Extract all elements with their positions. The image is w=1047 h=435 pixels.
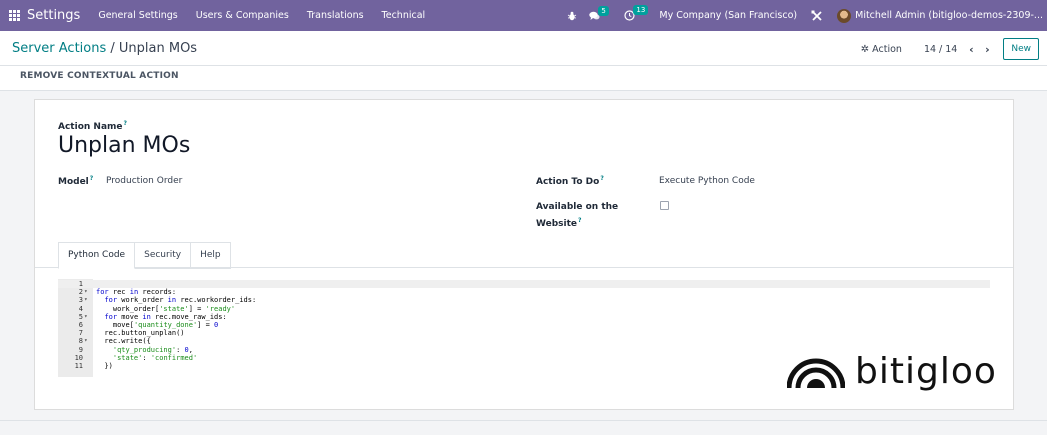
divider <box>0 65 1047 66</box>
menu-users-companies[interactable]: Users & Companies <box>196 10 289 21</box>
app-name[interactable]: Settings <box>27 8 80 23</box>
available-on-website-label: Available on the Website? <box>536 202 619 229</box>
fold-toggle-icon[interactable]: ▾ <box>84 288 92 296</box>
user-avatar[interactable] <box>837 8 852 23</box>
fold-toggle-icon[interactable]: ▾ <box>84 337 92 345</box>
gear-icon: ✲ <box>860 43 870 55</box>
notebook-tabs: Python Code Security Help <box>58 242 231 269</box>
breadcrumb-current: Unplan MOs <box>118 41 198 56</box>
code-line[interactable]: 6 move['quantity_done'] = 0 <box>58 321 990 329</box>
code-text: for move in rec.move_raw_ids: <box>104 312 227 321</box>
action-menu-button[interactable]: ✲ Action <box>861 44 902 55</box>
code-text: rec.button_unplan() <box>96 329 185 338</box>
code-line[interactable]: 3 ▾ for work_order in rec.workorder_ids: <box>58 296 990 304</box>
line-number: 5 <box>78 312 83 321</box>
help-tooltip-icon[interactable]: ? <box>600 175 603 182</box>
help-tooltip-icon[interactable]: ? <box>124 120 127 127</box>
help-tooltip-icon[interactable]: ? <box>578 217 581 224</box>
footer-divider <box>0 420 1047 421</box>
line-number: 2 <box>78 288 83 297</box>
activities-count-badge: 13 <box>633 5 649 15</box>
menu-translations[interactable]: Translations <box>307 10 364 21</box>
code-text: for work_order in rec.workorder_ids: <box>104 296 257 305</box>
bitigloo-wordmark: bitigloo <box>855 351 997 392</box>
line-number: 7 <box>78 329 83 338</box>
line-number: 9 <box>78 345 83 354</box>
code-text: }) <box>96 362 113 370</box>
messages-count-badge: 5 <box>598 5 609 16</box>
tab-python-code[interactable]: Python Code <box>58 242 136 269</box>
messages-icon[interactable]: 5 <box>589 5 609 21</box>
fold-toggle-icon[interactable]: ▾ <box>84 313 92 321</box>
code-text: 'state': 'confirmed' <box>112 353 198 362</box>
chevron-left-icon[interactable]: ‹ <box>963 43 979 56</box>
user-menu[interactable]: Mitchell Admin (bitigloo-demos-2309-... <box>855 10 1043 21</box>
line-number: 11 <box>74 362 83 370</box>
available-on-website-checkbox[interactable] <box>660 201 669 210</box>
action-menu-label: Action <box>872 43 902 55</box>
code-text: rec.write({ <box>96 337 151 346</box>
action-name-label: Action Name? <box>58 120 127 132</box>
tab-divider <box>35 267 1013 268</box>
code-line[interactable]: 7 rec.button_unplan() <box>58 329 990 337</box>
code-text: for rec in records: <box>96 288 177 297</box>
apps-menu-icon[interactable] <box>9 10 20 21</box>
company-switcher[interactable]: My Company (San Francisco) <box>659 10 797 21</box>
activities-clock-icon[interactable]: 13 <box>624 5 649 21</box>
line-number: 1 <box>78 280 83 288</box>
bitigloo-mark-icon <box>787 358 845 389</box>
line-number: 4 <box>78 304 83 313</box>
code-line[interactable]: 4 work_order['state'] = 'ready' <box>58 305 990 313</box>
action-name-field[interactable]: Unplan MOs <box>58 133 190 158</box>
code-line[interactable]: 8 ▾ rec.write({ <box>58 337 990 345</box>
menu-technical[interactable]: Technical <box>382 10 426 21</box>
pager-value[interactable]: 14 / 14 <box>924 44 957 55</box>
remove-contextual-action-button[interactable]: REMOVE CONTEXTUAL ACTION <box>20 71 179 81</box>
fold-toggle-icon[interactable]: ▾ <box>84 296 92 304</box>
tools-icon[interactable] <box>811 10 823 22</box>
tab-help[interactable]: Help <box>191 242 231 269</box>
top-navbar: Settings General Settings Users & Compan… <box>0 0 1047 31</box>
code-line[interactable]: 2 ▾ for rec in records: <box>58 288 990 296</box>
chevron-right-icon[interactable]: › <box>979 43 995 56</box>
model-field[interactable]: Production Order <box>106 176 182 186</box>
new-button[interactable]: New <box>1003 38 1039 60</box>
line-number: 8 <box>78 337 83 346</box>
control-panel: Server Actions / Unplan MOs ✲ Action 14 … <box>0 31 1047 91</box>
code-line[interactable]: 5 ▾ for move in rec.move_raw_ids: <box>58 313 990 321</box>
model-label: Model? <box>58 175 94 187</box>
code-text: move['quantity_done'] = 0 <box>96 321 219 329</box>
menu-general-settings[interactable]: General Settings <box>98 10 177 21</box>
code-text: work_order['state'] = 'ready' <box>96 304 236 313</box>
breadcrumb-server-actions[interactable]: Server Actions <box>12 41 106 56</box>
bitigloo-logo: bitigloo <box>787 352 997 392</box>
line-number: 3 <box>78 296 83 305</box>
help-tooltip-icon[interactable]: ? <box>90 175 93 182</box>
line-number: 6 <box>78 321 83 329</box>
code-text: 'qty_producing': 0, <box>112 345 193 354</box>
breadcrumb: Server Actions / Unplan MOs <box>12 41 197 56</box>
code-line[interactable]: 1 <box>58 280 990 289</box>
action-to-do-field[interactable]: Execute Python Code <box>659 176 755 186</box>
breadcrumb-separator: / <box>106 41 119 56</box>
tab-security[interactable]: Security <box>135 242 192 269</box>
action-to-do-label: Action To Do? <box>536 175 604 187</box>
debug-bug-icon[interactable] <box>567 11 577 21</box>
line-number: 10 <box>74 353 83 362</box>
